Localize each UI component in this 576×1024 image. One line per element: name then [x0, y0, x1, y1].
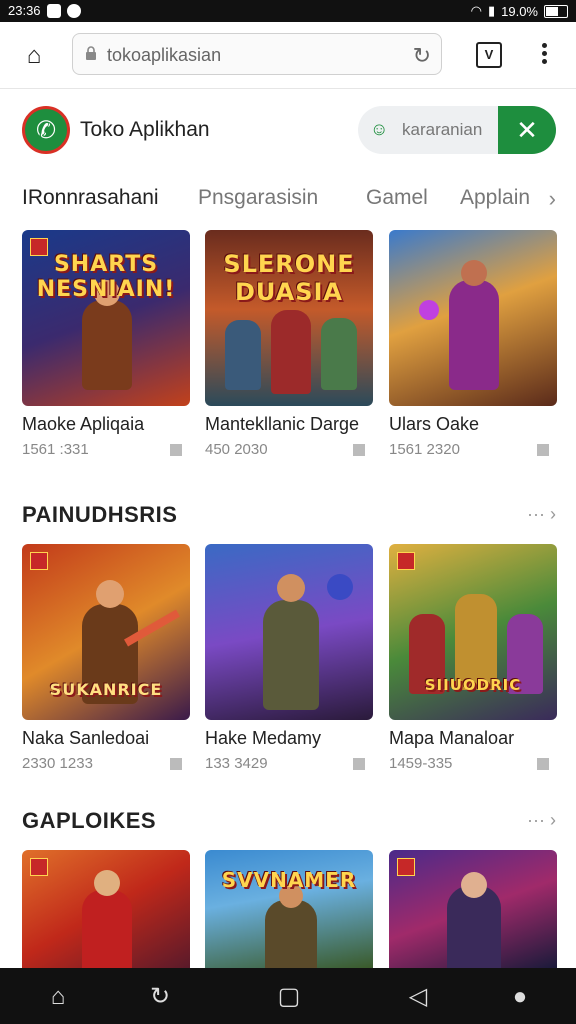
app-meta: 1561 2320 [389, 441, 557, 459]
app-art-title: SVVNAMER [221, 868, 357, 892]
reload-icon[interactable]: ↻ [413, 43, 431, 69]
app-meta: 450 2030 [205, 441, 373, 459]
category-tabs: IRonnrasahani Pnsgarasisin Gamel Applain… [0, 180, 576, 220]
search-input[interactable]: kararanian [402, 120, 482, 140]
app-name: Hake Medamy [205, 728, 322, 748]
app-badge-icon [397, 552, 415, 570]
address-text: tokoaplikasian [107, 45, 222, 65]
more-arrow-icon[interactable]: ··· › [527, 810, 556, 831]
tab-category-4[interactable]: Applain [460, 186, 530, 210]
battery-text: 19.0% [501, 3, 538, 19]
app-meta: 2330 1233 [22, 755, 190, 773]
app-art-title: SIIUODRIC [424, 676, 522, 694]
tab-category-3[interactable]: Gamel [366, 186, 428, 210]
home-icon[interactable]: ⌂ [18, 40, 50, 72]
status-time: 23:36 [8, 3, 41, 18]
app-art-title: SLERONE DUASIA [223, 250, 355, 306]
app-name: Maoke Apliqaia [22, 414, 145, 434]
search-box[interactable]: ☺ kararanian ✕ [358, 106, 556, 154]
app-name: Ulars Oake [389, 414, 480, 434]
app-name: Mantekllanic Darge [205, 414, 360, 434]
reload-icon[interactable]: ↻ [145, 982, 175, 1012]
lock-icon [86, 46, 96, 60]
home-icon[interactable]: ⌂ [43, 982, 73, 1012]
message-notification-icon [66, 3, 81, 18]
tab-category-1[interactable]: IRonnrasahani [22, 186, 159, 210]
app-badge-icon [30, 238, 48, 256]
app-thumbnail [205, 544, 373, 720]
browser-menu-icon[interactable] [536, 40, 552, 70]
app-thumbnail: SIIUODRIC [389, 544, 557, 720]
app-card[interactable]: Hake Medamy 133 3429 [205, 544, 373, 773]
app-meta: 133 3429 [205, 755, 373, 773]
app-thumbnail: SUKANRICE [22, 544, 190, 720]
app-stats: 450 2030 [205, 441, 268, 458]
chevron-right-icon[interactable]: › [549, 186, 556, 212]
app-stats: 2330 1233 [22, 755, 93, 772]
app-meta: 1561 :331 [22, 441, 190, 459]
close-search-button[interactable]: ✕ [498, 106, 556, 154]
back-icon[interactable]: ◁ [403, 982, 433, 1012]
address-bar[interactable]: tokoaplikasian ↻ [72, 33, 442, 75]
app-name: Naka Sanledoai [22, 728, 150, 748]
status-bar: 23:36 ◠ ▮ 19.0% [0, 0, 576, 22]
app-stats: 1561 2320 [389, 441, 460, 458]
app-stats: 133 3429 [205, 755, 268, 772]
app-name: Mapa Manaloar [389, 728, 515, 748]
more-options-icon[interactable] [353, 758, 365, 770]
system-navigation-bar: ⌂ ↻ ▢ ◁ ● [0, 968, 576, 1024]
app-meta: 1459-335 [389, 755, 557, 773]
app-card[interactable]: SHARTS NESNIAIN! Maoke Apliqaia 1561 :33… [22, 230, 190, 459]
app-thumbnail [389, 230, 557, 406]
app-thumbnail: SLERONE DUASIA [205, 230, 373, 406]
battery-icon [544, 4, 568, 18]
section-title: PAINUDHSRIS [22, 502, 178, 527]
tab-category-2[interactable]: Pnsgarasisin [198, 186, 318, 210]
app-card[interactable]: SIIUODRIC Mapa Manaloar 1459-335 [389, 544, 557, 773]
app-notification-icon [46, 3, 61, 18]
app-card[interactable] [389, 850, 557, 968]
app-header: ✆ Toko Aplikhan ☺ kararanian ✕ [0, 96, 576, 166]
app-logo: ✆ [22, 106, 70, 154]
app-card[interactable]: SLERONE DUASIA Mantekllanic Darge 450 20… [205, 230, 373, 459]
section-title: GAPLOIKES [22, 808, 157, 833]
app-art-title: SHARTS NESNIAIN! [36, 252, 176, 302]
app-title: Toko Aplikhan [80, 118, 210, 141]
overview-icon[interactable]: ▢ [274, 982, 304, 1012]
app-badge-icon [30, 858, 48, 876]
app-stats: 1561 :331 [22, 441, 89, 458]
tab-switcher-button[interactable]: V [476, 42, 502, 68]
app-badge-icon [397, 858, 415, 876]
more-options-icon[interactable] [170, 758, 182, 770]
app-card[interactable]: SVVNAMER [205, 850, 373, 968]
more-options-icon[interactable] [170, 444, 182, 456]
app-stats: 1459-335 [389, 755, 453, 772]
profile-icon[interactable]: ● [505, 982, 535, 1012]
app-card[interactable]: Ulars Oake 1561 2320 [389, 230, 557, 459]
app-badge-icon [30, 552, 48, 570]
app-thumbnail: SVVNAMER [205, 850, 373, 968]
app-thumbnail [22, 850, 190, 968]
signal-icon: ▮ [487, 3, 496, 18]
app-thumbnail: SHARTS NESNIAIN! [22, 230, 190, 406]
app-card[interactable]: SUKANRICE Naka Sanledoai 2330 1233 [22, 544, 190, 773]
user-search-icon: ☺ [370, 119, 389, 139]
more-options-icon[interactable] [537, 758, 549, 770]
app-thumbnail [389, 850, 557, 968]
app-art-title: SUKANRICE [49, 680, 163, 699]
more-arrow-icon[interactable]: ··· › [527, 504, 556, 525]
more-options-icon[interactable] [537, 444, 549, 456]
wifi-icon: ◠ [470, 3, 482, 18]
more-options-icon[interactable] [353, 444, 365, 456]
browser-toolbar: ⌂ tokoaplikasian ↻ V [0, 22, 576, 89]
app-card[interactable] [22, 850, 190, 968]
